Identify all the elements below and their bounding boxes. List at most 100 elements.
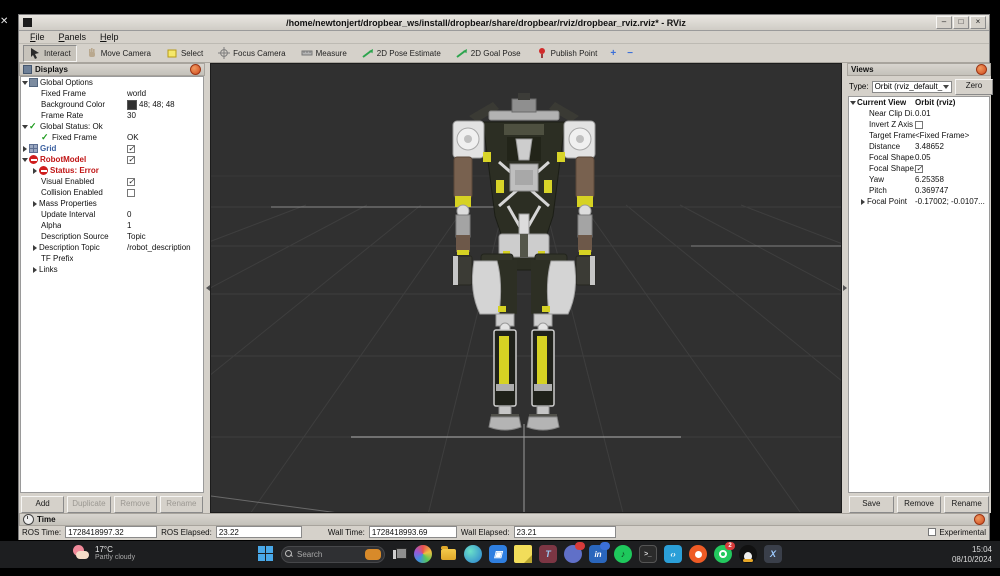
search-box[interactable]: Search xyxy=(281,546,385,563)
save-view-button[interactable]: Save xyxy=(849,496,894,513)
view-type-select[interactable]: Orbit (rviz_default_ xyxy=(872,81,952,93)
goal-pose-tool-button[interactable]: 2D Goal Pose xyxy=(450,45,527,62)
select-tool-button[interactable]: Select xyxy=(160,45,209,62)
visual-enabled-checkbox[interactable]: ✓ xyxy=(127,178,135,186)
tree-row[interactable]: Focal Point-0.17002; -0.0107... xyxy=(849,196,989,207)
remove-display-button[interactable]: Remove xyxy=(114,496,157,513)
add-display-button[interactable]: Add xyxy=(21,496,64,513)
menu-help[interactable]: Help xyxy=(93,32,126,42)
linkedin-app-icon[interactable]: in xyxy=(589,545,607,563)
tree-row[interactable]: Invert Z Axis xyxy=(849,119,989,130)
wall-time-label: Wall Time: xyxy=(328,528,365,537)
global-options-icon xyxy=(29,78,38,87)
tree-row[interactable]: Status: Error xyxy=(21,165,203,176)
ros-elapsed-input[interactable] xyxy=(216,526,302,538)
tree-row[interactable]: Background Color48; 48; 48 xyxy=(21,99,203,110)
tree-row[interactable]: Links xyxy=(21,264,203,275)
displays-panel-header[interactable]: Displays xyxy=(19,63,205,76)
views-close-icon[interactable] xyxy=(976,64,987,75)
tree-row[interactable]: Distance3.48652 xyxy=(849,141,989,152)
collapse-right-arrow-icon xyxy=(843,285,847,291)
spotify-app-icon[interactable]: ♪ xyxy=(614,545,632,563)
move-camera-tool-button[interactable]: Move Camera xyxy=(80,45,157,62)
tree-row[interactable]: Focal Shape...0.05 xyxy=(849,152,989,163)
tree-row[interactable]: Visual Enabled✓ xyxy=(21,176,203,187)
robot-model xyxy=(453,93,595,430)
task-view-button[interactable] xyxy=(392,548,407,561)
whatsapp-app-icon[interactable]: 2 xyxy=(714,545,732,563)
file-explorer-icon[interactable] xyxy=(439,545,457,563)
measure-tool-button[interactable]: Measure xyxy=(295,45,353,62)
tree-row[interactable]: Yaw6.25358 xyxy=(849,174,989,185)
grid-enabled-checkbox[interactable]: ✓ xyxy=(127,145,135,153)
tree-row[interactable]: ✓Global Status: Ok xyxy=(21,121,203,132)
tree-row[interactable]: Description SourceTopic xyxy=(21,231,203,242)
render-viewport[interactable] xyxy=(210,63,842,513)
postman-app-icon[interactable] xyxy=(689,545,707,563)
teams-app-icon[interactable]: T xyxy=(539,545,557,563)
tree-row[interactable]: Frame Rate30 xyxy=(21,110,203,121)
tree-row[interactable]: TF Prefix xyxy=(21,253,203,264)
photos-app-icon[interactable] xyxy=(414,545,432,563)
main-area: Displays Global Options Fixed Frameworld… xyxy=(19,63,989,513)
focal-shape-fixed-checkbox[interactable]: ✓ xyxy=(915,165,923,173)
rename-display-button[interactable]: Rename xyxy=(160,496,203,513)
tree-row[interactable]: Global Options xyxy=(21,77,203,88)
tree-row[interactable]: Pitch0.369747 xyxy=(849,185,989,196)
tree-row[interactable]: ✓Fixed FrameOK xyxy=(21,132,203,143)
remove-tool-button[interactable]: − xyxy=(623,45,637,62)
store-app-icon[interactable]: ▣ xyxy=(489,545,507,563)
tree-row[interactable]: Target Frame<Fixed Frame> xyxy=(849,130,989,141)
weather-widget[interactable]: 17°C Partly cloudy xyxy=(72,544,135,562)
menu-file[interactable]: File xyxy=(23,32,52,42)
pose-estimate-tool-button[interactable]: 2D Pose Estimate xyxy=(356,45,447,62)
time-close-icon[interactable] xyxy=(974,514,985,525)
wall-elapsed-input[interactable] xyxy=(514,526,616,538)
menu-panels[interactable]: Panels xyxy=(52,32,94,42)
tree-row[interactable]: Fixed Frameworld xyxy=(21,88,203,99)
start-button[interactable] xyxy=(258,546,274,562)
views-buttons: Save Remove Rename xyxy=(849,496,989,511)
robotmodel-enabled-checkbox[interactable]: ✓ xyxy=(127,156,135,164)
zero-button[interactable]: Zero xyxy=(955,79,993,95)
edge-browser-icon[interactable] xyxy=(464,545,482,563)
wall-time-input[interactable] xyxy=(369,526,457,538)
stray-cursor-artifact: ✕ xyxy=(0,16,8,27)
publish-point-tool-button[interactable]: Publish Point xyxy=(530,45,604,62)
tree-row[interactable]: Near Clip Di...0.01 xyxy=(849,108,989,119)
minimize-button[interactable]: – xyxy=(936,16,952,29)
tree-row[interactable]: Focal Shape...✓ xyxy=(849,163,989,174)
add-tool-button[interactable]: + xyxy=(606,45,620,62)
tree-row[interactable]: RobotModel✓ xyxy=(21,154,203,165)
duplicate-display-button[interactable]: Duplicate xyxy=(67,496,110,513)
views-panel-header[interactable]: Views xyxy=(847,63,991,76)
maximize-button[interactable]: □ xyxy=(953,16,969,29)
vcxsrv-app-icon[interactable]: X xyxy=(764,545,782,563)
tree-row[interactable]: Description Topic/robot_description xyxy=(21,242,203,253)
experimental-checkbox[interactable] xyxy=(928,528,936,536)
remove-view-button[interactable]: Remove xyxy=(897,496,942,513)
linux-tux-icon[interactable] xyxy=(739,545,757,563)
tree-row[interactable]: Mass Properties xyxy=(21,198,203,209)
sticky-notes-icon[interactable] xyxy=(514,545,532,563)
terminal-app-icon[interactable]: >_ xyxy=(639,545,657,563)
close-button[interactable]: × xyxy=(970,16,986,29)
window-titlebar[interactable]: /home/newtonjert/dropbear_ws/install/dro… xyxy=(19,15,989,31)
ros-time-input[interactable] xyxy=(65,526,157,538)
taskbar-clock[interactable]: 15:04 08/10/2024 xyxy=(952,545,992,565)
tree-row[interactable]: Current ViewOrbit (rviz) xyxy=(849,97,989,108)
displays-close-icon[interactable] xyxy=(190,64,201,75)
rename-view-button[interactable]: Rename xyxy=(944,496,989,513)
discord-app-icon[interactable] xyxy=(564,545,582,563)
vscode-app-icon[interactable]: ‹› xyxy=(664,545,682,563)
interact-tool-button[interactable]: Interact xyxy=(23,45,77,62)
tree-row[interactable]: Collision Enabled xyxy=(21,187,203,198)
tree-row[interactable]: Grid✓ xyxy=(21,143,203,154)
search-highlight-icon xyxy=(365,549,381,560)
invert-z-checkbox[interactable] xyxy=(915,121,923,129)
focus-camera-tool-button[interactable]: Focus Camera xyxy=(212,45,291,62)
tree-row[interactable]: Update Interval0 xyxy=(21,209,203,220)
collision-enabled-checkbox[interactable] xyxy=(127,189,135,197)
tree-row[interactable]: Alpha1 xyxy=(21,220,203,231)
color-swatch xyxy=(127,100,137,110)
